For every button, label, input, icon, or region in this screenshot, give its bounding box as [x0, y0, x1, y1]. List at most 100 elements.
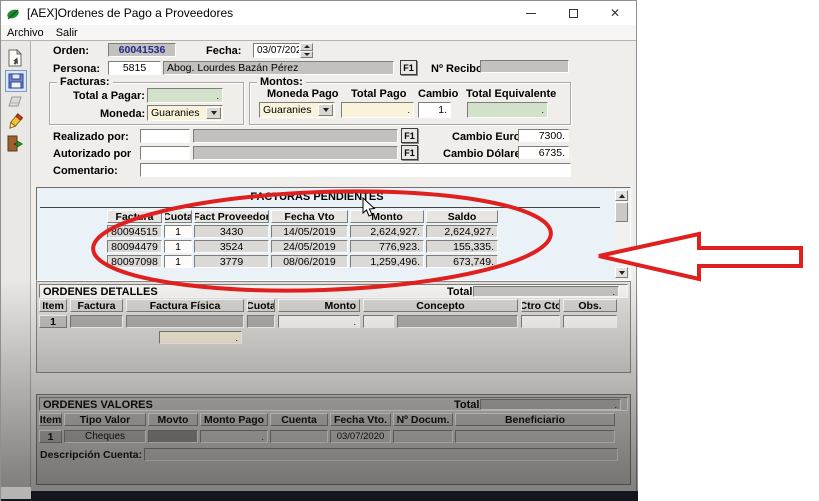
- exit-door-icon[interactable]: [5, 133, 25, 153]
- cambio-euros-field[interactable]: 7300.: [518, 129, 569, 142]
- table-row[interactable]: 80094515 1 3430 14/05/2019 2,624,927. 2,…: [107, 225, 498, 238]
- cell-ctro-cto[interactable]: [521, 315, 560, 328]
- realizado-f1-button[interactable]: F1: [401, 128, 418, 143]
- table-row[interactable]: 80097098 1 3779 08/06/2019 1,259,496. 67…: [107, 255, 498, 268]
- col-saldo: Saldo: [426, 210, 498, 223]
- ordenes-valores-panel: ORDENES VALORES Total: . Item Tipo Valor…: [36, 394, 631, 485]
- cell-cuenta[interactable]: [270, 430, 328, 443]
- cell-cuota[interactable]: [247, 315, 275, 328]
- col-factura-fisica: Factura Física: [126, 299, 244, 312]
- cell-fecha-vto[interactable]: 08/06/2019: [271, 255, 348, 268]
- cambio-dolares-field[interactable]: 6735.: [518, 146, 569, 159]
- recibo-field[interactable]: [480, 60, 569, 73]
- cell-movto[interactable]: [148, 430, 198, 443]
- cell-monto[interactable]: 2,624,927.: [350, 225, 424, 238]
- close-button[interactable]: ✕: [594, 1, 636, 25]
- save-icon[interactable]: [5, 70, 27, 92]
- moneda-pago-dropdown[interactable]: Guaranies: [259, 102, 335, 118]
- maximize-button[interactable]: [552, 1, 594, 25]
- moneda-value: Guaranies: [151, 107, 199, 119]
- descripcion-cuenta-field[interactable]: [144, 448, 618, 461]
- cell-saldo[interactable]: 2,624,927.: [426, 225, 498, 238]
- col-ctro-cto: Ctro Cto: [521, 299, 560, 312]
- cell-cuota[interactable]: 1: [164, 225, 192, 238]
- minimize-icon: [526, 13, 536, 14]
- cell-saldo[interactable]: 155,335.: [426, 240, 498, 253]
- cell-num-docum[interactable]: [393, 430, 453, 443]
- spinner-down-icon[interactable]: [300, 51, 313, 59]
- cell-factura[interactable]: 80094515: [107, 225, 162, 238]
- facturas-pendientes-panel: FACTURAS PENDIENTES Factura Cuota Fact P…: [36, 187, 631, 281]
- cell-factura[interactable]: [70, 315, 123, 328]
- cell-monto[interactable]: 776,923.: [350, 240, 424, 253]
- valores-total-field[interactable]: .: [480, 399, 621, 410]
- valores-total-label: Total:: [454, 399, 483, 411]
- cell-beneficiario[interactable]: [455, 430, 615, 443]
- eraser-icon[interactable]: [5, 92, 25, 112]
- cell-cuota[interactable]: 1: [164, 255, 192, 268]
- menu-archivo[interactable]: Archivo: [1, 27, 50, 39]
- fecha-spinner[interactable]: [300, 43, 313, 58]
- moneda-pago-dropdown-arrow-icon[interactable]: [318, 104, 333, 116]
- facturas-legend: Facturas:: [57, 76, 113, 88]
- valores-header-bar: ORDENES VALORES Total: .: [39, 397, 628, 411]
- new-record-icon[interactable]: [5, 48, 25, 68]
- total-a-pagar-label: Total a Pagar:: [73, 90, 145, 102]
- total-a-pagar-field[interactable]: .: [147, 88, 223, 103]
- cell-fecha-vto[interactable]: 24/05/2019: [271, 240, 348, 253]
- comentario-field[interactable]: [140, 163, 571, 177]
- autorizado-name-field[interactable]: [193, 146, 398, 160]
- persona-name-field[interactable]: Abog. Lourdes Bazán Pérez: [163, 61, 394, 75]
- recibo-label: Nº Recibo:: [431, 63, 486, 75]
- cell-item[interactable]: 1: [39, 315, 67, 328]
- cell-fact-proveedor[interactable]: 3430: [194, 225, 269, 238]
- valores-title: ORDENES VALORES: [43, 399, 153, 411]
- cell-item[interactable]: 1: [39, 430, 62, 443]
- cell-factura[interactable]: 80097098: [107, 255, 162, 268]
- col-cuota: Cuota: [247, 299, 275, 312]
- total-equivalente-field[interactable]: .: [467, 102, 548, 118]
- persona-code-field[interactable]: 5815: [108, 61, 161, 75]
- cell-concepto[interactable]: [397, 315, 518, 328]
- scroll-down-icon[interactable]: [615, 267, 628, 278]
- cell-fact-proveedor[interactable]: 3779: [194, 255, 269, 268]
- cambio-field[interactable]: 1.: [418, 102, 451, 118]
- scrollbar-thumb[interactable]: [615, 202, 628, 222]
- realizado-name-field[interactable]: [193, 129, 398, 143]
- valores-row[interactable]: 1 Cheques . 03/07/2020: [39, 430, 615, 443]
- menu-salir[interactable]: Salir: [50, 27, 84, 39]
- cell-tipo-valor[interactable]: Cheques: [64, 430, 146, 443]
- detalles-row[interactable]: 1 .: [39, 315, 617, 328]
- cell-fecha-vto[interactable]: 03/07/2020: [330, 430, 391, 443]
- cell-fecha-vto[interactable]: 14/05/2019: [271, 225, 348, 238]
- detalles-header-bar: ORDENES DETALLES Total: .: [39, 284, 628, 298]
- cell-factura[interactable]: 80094479: [107, 240, 162, 253]
- cell-fact-proveedor[interactable]: 3524: [194, 240, 269, 253]
- descripcion-cuenta-label: Descripción Cuenta:: [40, 449, 142, 461]
- scroll-up-icon[interactable]: [615, 190, 628, 201]
- orden-field[interactable]: 60041536: [108, 43, 176, 57]
- cell-extra[interactable]: [363, 315, 394, 328]
- cell-cuota[interactable]: 1: [164, 240, 192, 253]
- total-pago-field[interactable]: .: [341, 102, 414, 118]
- spinner-up-icon[interactable]: [300, 43, 313, 51]
- table-row[interactable]: 80094479 1 3524 24/05/2019 776,923. 155,…: [107, 240, 498, 253]
- edit-pencil-icon[interactable]: [5, 112, 25, 132]
- persona-f1-button[interactable]: F1: [400, 60, 417, 75]
- vertical-scrollbar[interactable]: [615, 190, 628, 278]
- cell-monto[interactable]: 1,259,496.: [350, 255, 424, 268]
- detalles-total-field[interactable]: .: [473, 286, 619, 297]
- cell-monto[interactable]: .: [278, 315, 360, 328]
- cell-saldo[interactable]: 673,749.: [426, 255, 498, 268]
- autorizado-f1-button[interactable]: F1: [401, 145, 418, 160]
- moneda-dropdown[interactable]: Guaranies: [147, 105, 223, 121]
- minimize-button[interactable]: [510, 1, 552, 25]
- realizado-code-field[interactable]: [140, 129, 190, 143]
- fecha-field[interactable]: 03/07/2020: [253, 43, 300, 58]
- detalles-edit-field[interactable]: .: [159, 331, 242, 344]
- autorizado-code-field[interactable]: [140, 146, 190, 160]
- cell-monto-pago[interactable]: .: [200, 430, 268, 443]
- cell-obs[interactable]: [563, 315, 617, 328]
- cell-factura-fisica[interactable]: [126, 315, 244, 328]
- moneda-dropdown-arrow-icon[interactable]: [206, 107, 221, 119]
